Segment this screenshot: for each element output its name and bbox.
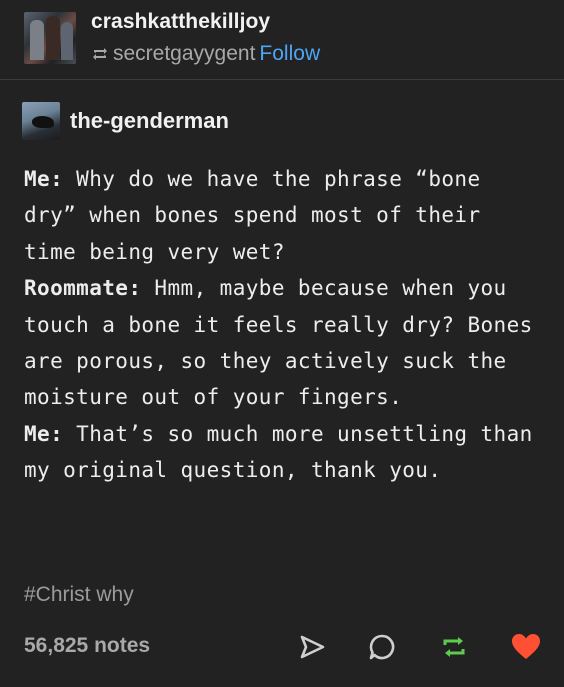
blog-avatar[interactable] — [24, 12, 76, 64]
dialogue-line: Me: Why do we have the phrase “bone dry”… — [24, 161, 544, 270]
dialogue-text: Why do we have the phrase “bone dry” whe… — [24, 167, 481, 264]
reblogged-from-username[interactable]: secretgayygent — [113, 42, 255, 65]
notes-count[interactable]: 56,825 notes — [24, 634, 150, 658]
post-card: crashkatthekilljoy secretgayygent Follow … — [0, 0, 564, 687]
speaker-label: Me: — [24, 421, 64, 446]
reply-icon[interactable] — [365, 630, 399, 664]
post-tag[interactable]: #Christ why — [24, 583, 134, 607]
share-icon[interactable] — [295, 630, 329, 664]
post-header: crashkatthekilljoy secretgayygent Follow — [0, 0, 564, 80]
reblog-attribution: secretgayygent Follow — [91, 42, 320, 68]
speaker-label: Roommate: — [24, 276, 142, 301]
source-avatar[interactable] — [22, 102, 60, 140]
dialogue-line: Me: That’s so much more unsettling than … — [24, 416, 544, 489]
source-username[interactable]: the-genderman — [70, 108, 229, 134]
reblog-small-icon — [91, 44, 109, 68]
post-body: Me: Why do we have the phrase “bone dry”… — [24, 161, 544, 489]
like-icon[interactable] — [509, 630, 543, 664]
reblog-icon[interactable] — [437, 630, 471, 664]
dialogue-text: That’s so much more unsettling than my o… — [24, 421, 533, 483]
speaker-label: Me: — [24, 167, 64, 191]
blog-username[interactable]: crashkatthekilljoy — [91, 10, 270, 34]
dialogue-line: Roommate: Hmm, maybe because when you to… — [24, 270, 544, 416]
follow-button[interactable]: Follow — [259, 42, 320, 65]
